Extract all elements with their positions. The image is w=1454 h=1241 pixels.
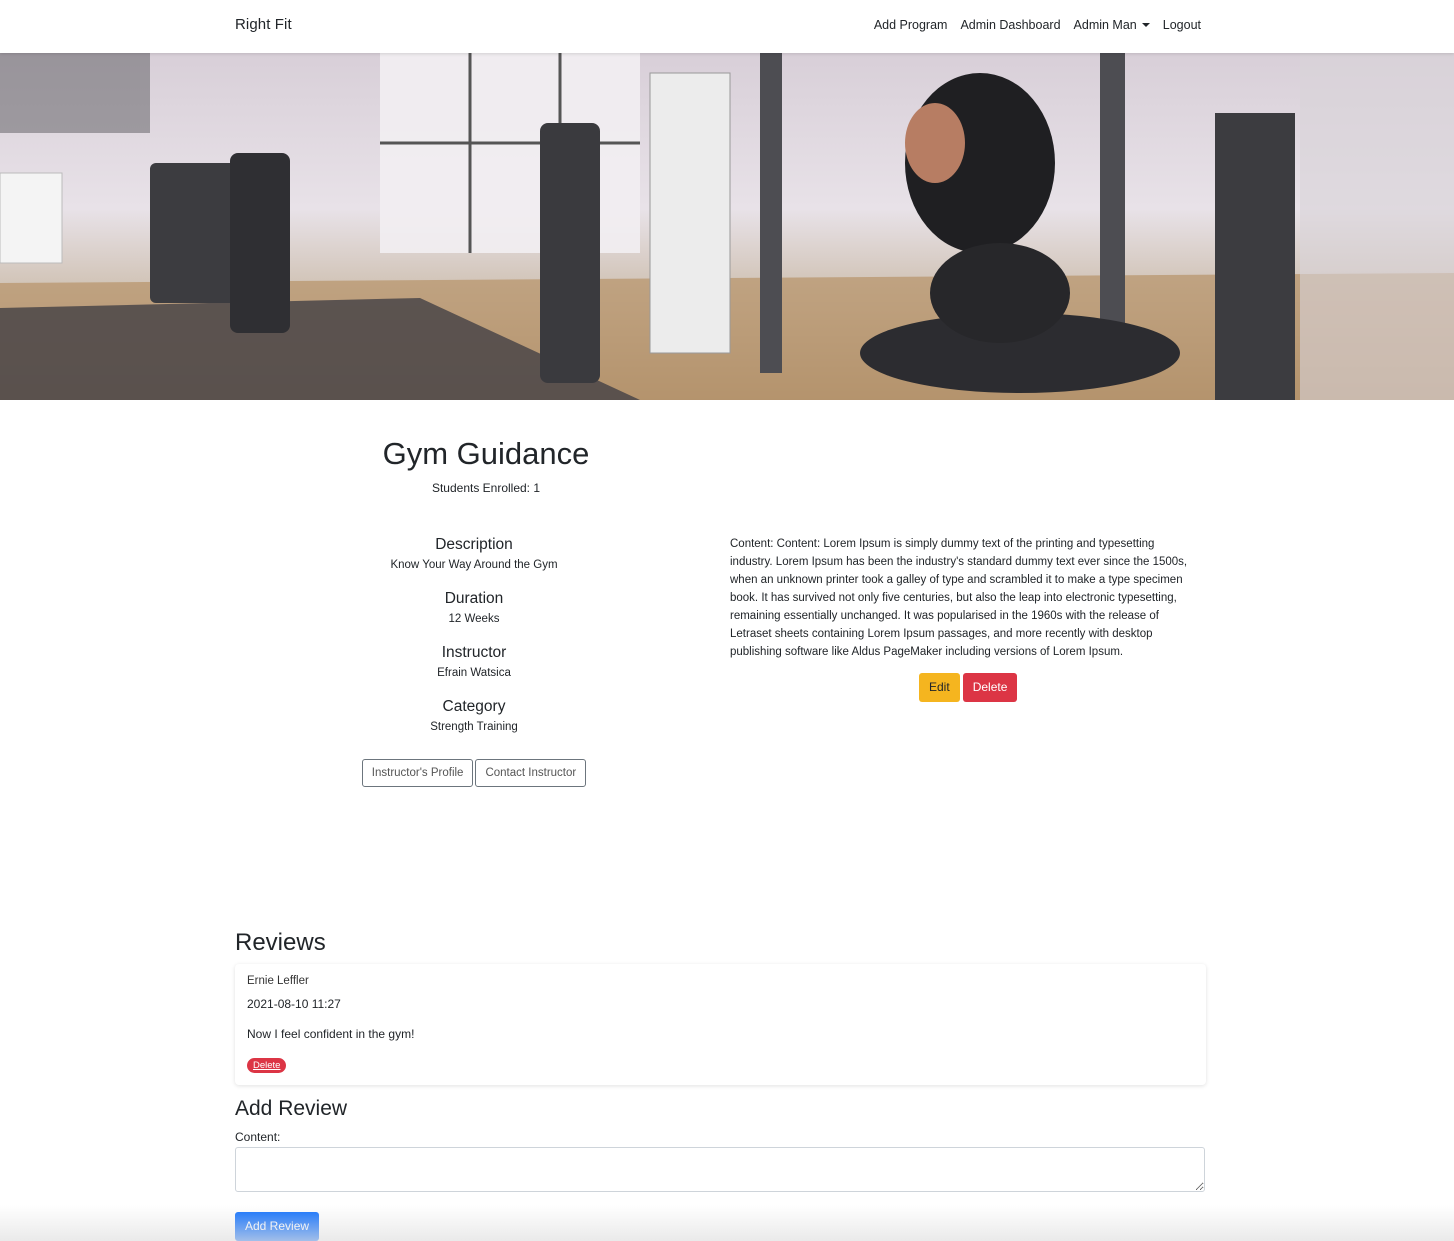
add-review-heading: Add Review [235, 1097, 348, 1120]
program-actions: Edit Delete [919, 673, 1018, 702]
detail-instructor: Instructor Efrain Watsica [355, 643, 593, 697]
edit-button[interactable]: Edit [919, 673, 960, 702]
navbar: Right Fit Add Program Admin Dashboard Ad… [0, 0, 1454, 53]
delete-button[interactable]: Delete [962, 673, 1018, 702]
detail-description: Description Know Your Way Around the Gym [355, 535, 593, 589]
brand-logo[interactable]: Right Fit [235, 16, 292, 33]
instructor-actions: Instructor's Profile Contact Instructor [355, 759, 593, 787]
chevron-down-icon [1141, 23, 1150, 27]
review-delete-button[interactable]: Delete [247, 1058, 287, 1073]
reviews-heading: Reviews [235, 929, 326, 956]
contact-instructor-button[interactable]: Contact Instructor [475, 759, 587, 787]
detail-label: Instructor [441, 644, 507, 661]
content-label: Content: [235, 1130, 281, 1144]
review-text: Now I feel confident in the gym! [247, 1027, 415, 1041]
detail-duration: Duration 12 Weeks [355, 589, 593, 643]
students-enrolled: Students Enrolled: 1 [431, 481, 541, 495]
gym-scene-illustration [0, 53, 1454, 400]
detail-value: 12 Weeks [448, 613, 500, 625]
program-details: Description Know Your Way Around the Gym… [355, 535, 593, 787]
review-card: Ernie Leffler 2021-08-10 11:27 Now I fee… [235, 964, 1206, 1085]
program-title: Gym Guidance [382, 436, 590, 471]
add-review-button[interactable]: Add Review [235, 1212, 320, 1241]
instructor-profile-button[interactable]: Instructor's Profile [361, 759, 474, 787]
review-author: Ernie Leffler [247, 975, 309, 987]
nav-add-program[interactable]: Add Program [874, 18, 948, 32]
detail-value: Know Your Way Around the Gym [390, 559, 558, 571]
detail-value: Efrain Watsica [437, 667, 511, 679]
nav-links: Add Program Admin Dashboard Admin Man Lo… [874, 18, 1201, 32]
program-content: Content: Content: Lorem Ipsum is simply … [730, 538, 1188, 658]
detail-label: Duration [444, 590, 504, 607]
detail-category: Category Strength Training [355, 697, 593, 751]
nav-user-name: Admin Man [1073, 18, 1137, 32]
review-content-input[interactable] [235, 1147, 1205, 1192]
nav-admin-dashboard[interactable]: Admin Dashboard [960, 18, 1060, 32]
review-date: 2021-08-10 11:27 [247, 997, 341, 1011]
bottom-fade [0, 1205, 1454, 1241]
nav-logout[interactable]: Logout [1163, 18, 1201, 32]
detail-value: Strength Training [430, 721, 518, 733]
detail-label: Description [435, 536, 513, 553]
detail-label: Category [442, 698, 506, 715]
nav-user-dropdown[interactable]: Admin Man [1074, 18, 1150, 32]
hero-banner-image [0, 53, 1454, 400]
